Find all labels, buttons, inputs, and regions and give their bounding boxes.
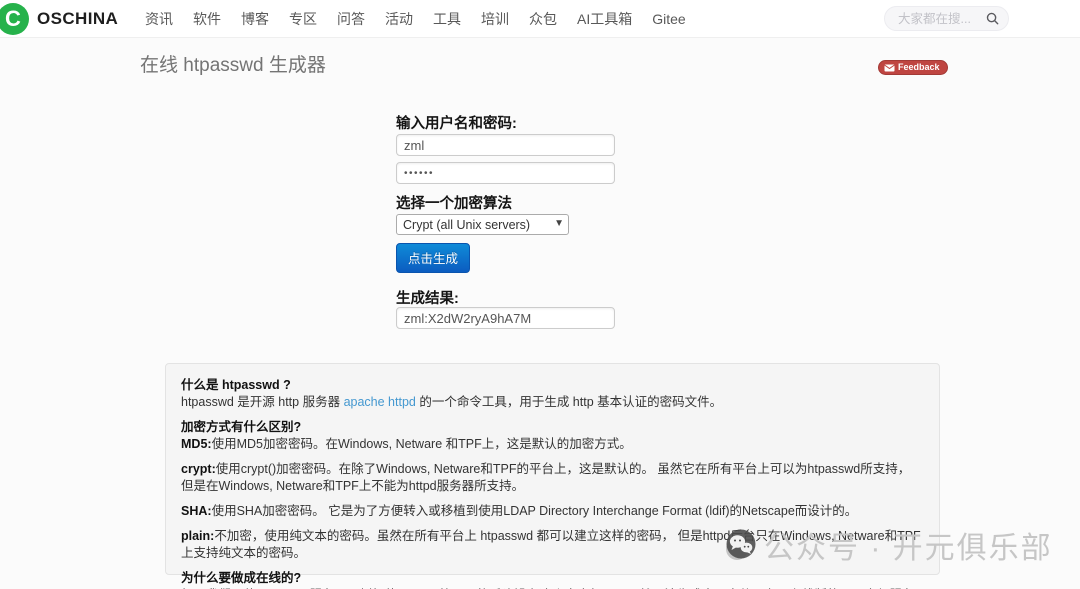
nav-item-blog[interactable]: 博客 <box>241 9 269 29</box>
password-input[interactable] <box>396 162 615 184</box>
help-plain: plain:不加密，使用纯文本的密码。虽然在所有平台上 htpasswd 都可以… <box>181 528 924 562</box>
help-heading-diff: 加密方式有什么区别? <box>181 420 301 434</box>
term-md5: MD5: <box>181 437 212 451</box>
brand-name[interactable]: OSCHINA <box>37 9 118 29</box>
nav-item-software[interactable]: 软件 <box>193 9 221 29</box>
search-input[interactable] <box>898 12 986 26</box>
nav-item-gitee[interactable]: Gitee <box>652 11 685 27</box>
result-label: 生成结果: <box>396 287 615 304</box>
algorithm-label: 选择一个加密算法 <box>396 192 615 209</box>
top-nav: C OSCHINA 资讯 软件 博客 专区 问答 活动 工具 培训 众包 AI工… <box>0 0 1080 38</box>
sha-text: 使用SHA加密密码。 它是为了方便转入或移植到使用LDAP Directory … <box>212 504 858 518</box>
search-icon[interactable] <box>986 12 999 25</box>
nav-item-events[interactable]: 活动 <box>385 9 413 29</box>
help-heading-why: 为什么要做成在线的? <box>181 571 301 585</box>
envelope-icon <box>884 64 895 72</box>
htpasswd-form: 输入用户名和密码: 选择一个加密算法 Crypt (all Unix serve… <box>396 112 615 329</box>
help-md5: 加密方式有什么区别? MD5:使用MD5加密密码。在Windows, Netwa… <box>181 419 924 453</box>
help-what-is: 什么是 htpasswd ? htpasswd 是开源 http 服务器 apa… <box>181 377 924 411</box>
oschina-logo-icon[interactable]: C <box>0 3 29 35</box>
help-sha: SHA:使用SHA加密密码。 它是为了方便转入或移植到使用LDAP Direct… <box>181 503 924 520</box>
page-title: 在线 htpasswd 生成器 <box>140 50 326 77</box>
algorithm-select[interactable]: Crypt (all Unix servers) <box>396 214 569 235</box>
algorithm-select-wrap: Crypt (all Unix servers) ▼ <box>396 214 569 235</box>
credentials-label: 输入用户名和密码: <box>396 112 615 129</box>
help-crypt: crypt:使用crypt()加密密码。在除了Windows, Netware和… <box>181 461 924 495</box>
nav-item-training[interactable]: 培训 <box>481 9 509 29</box>
help-heading-what: 什么是 htpasswd ? <box>181 378 291 392</box>
feedback-label: Feedback <box>898 63 940 72</box>
md5-text: 使用MD5加密密码。在Windows, Netware 和TPF上，这是默认的加… <box>212 437 632 451</box>
htpasswd-help-panel: 什么是 htpasswd ? htpasswd 是开源 http 服务器 apa… <box>165 363 940 575</box>
crypt-text: 使用crypt()加密密码。在除了Windows, Netware和TPF的平台… <box>181 462 910 493</box>
nav-item-news[interactable]: 资讯 <box>145 9 173 29</box>
username-input[interactable] <box>396 134 615 156</box>
nav-item-tools[interactable]: 工具 <box>433 9 461 29</box>
help-why-online: 为什么要做成在线的? 如果我们不使用apache服务器，例如使用nginx等，可… <box>181 570 924 589</box>
help-what-text-2: 的一个命令工具，用于生成 http 基本认证的密码文件。 <box>416 395 722 409</box>
nav-item-zone[interactable]: 专区 <box>289 9 317 29</box>
feedback-button[interactable]: Feedback <box>878 60 948 75</box>
apache-httpd-link[interactable]: apache httpd <box>344 395 416 409</box>
term-sha: SHA: <box>181 504 212 518</box>
term-plain: plain: <box>181 529 214 543</box>
nav-item-ai-toolbox[interactable]: AI工具箱 <box>577 9 632 29</box>
nav-item-qa[interactable]: 问答 <box>337 9 365 29</box>
generate-button[interactable]: 点击生成 <box>396 243 470 273</box>
nav-item-crowdsourcing[interactable]: 众包 <box>529 9 557 29</box>
search-box[interactable] <box>884 6 1009 31</box>
plain-text: 不加密，使用纯文本的密码。虽然在所有平台上 htpasswd 都可以建立这样的密… <box>181 529 921 560</box>
result-output[interactable] <box>396 307 615 329</box>
main-menu: 资讯 软件 博客 专区 问答 活动 工具 培训 众包 AI工具箱 Gitee <box>145 0 686 38</box>
help-what-text-1: htpasswd 是开源 http 服务器 <box>181 395 344 409</box>
term-crypt: crypt: <box>181 462 216 476</box>
